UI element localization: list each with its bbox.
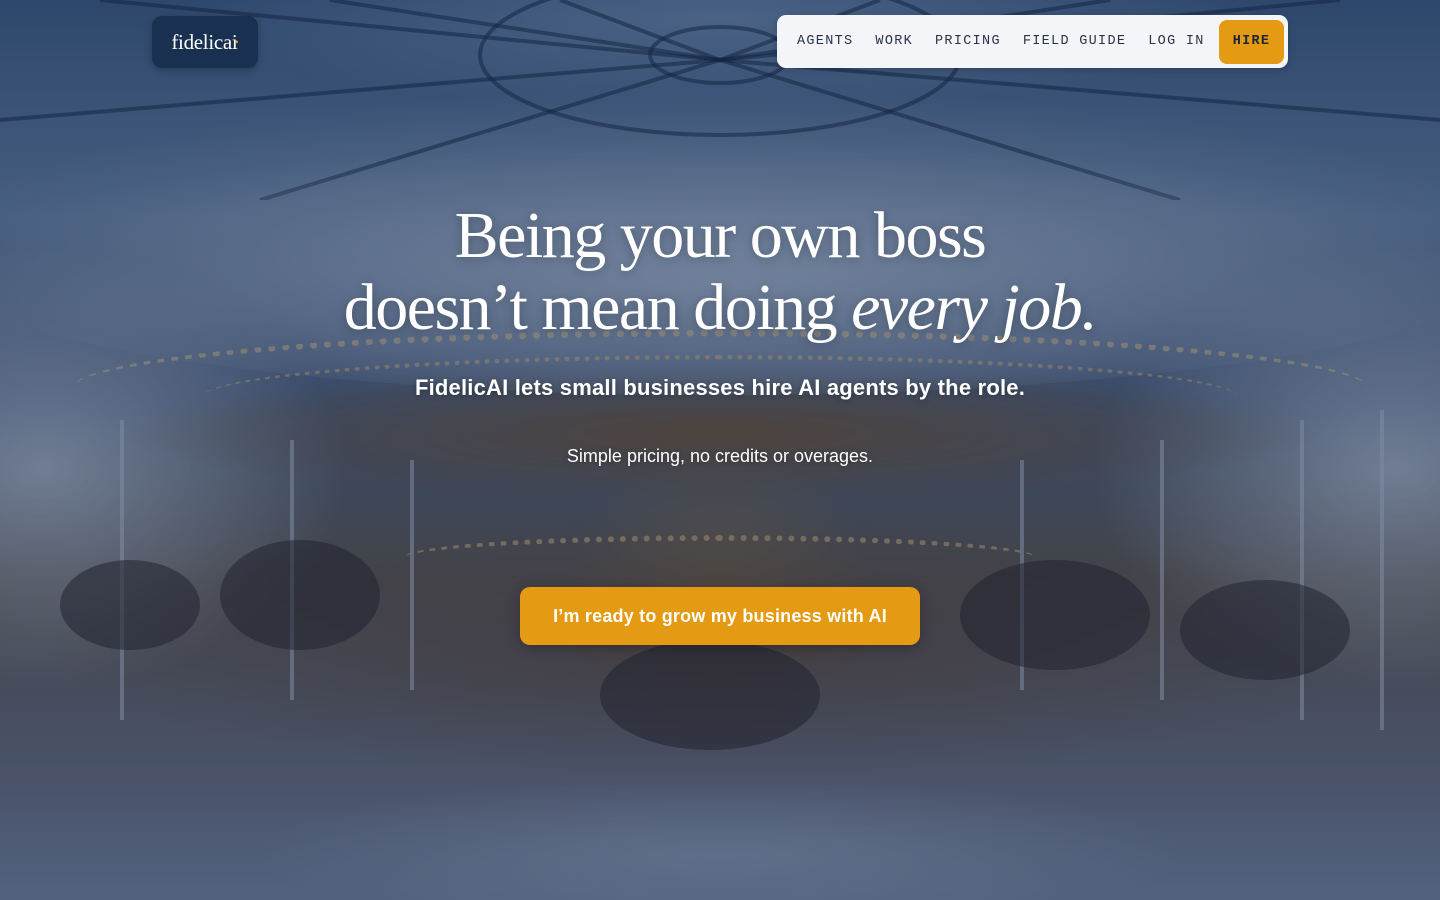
grow-business-cta-button[interactable]: I’m ready to grow my business with AI bbox=[520, 587, 920, 645]
logo-dot-icon: • bbox=[234, 34, 239, 49]
nav-link-log-in[interactable]: LOG IN bbox=[1148, 34, 1204, 49]
logo-wordmark: fidelic bbox=[171, 29, 223, 54]
fidelicai-logo[interactable]: fidelic ai • bbox=[152, 16, 258, 68]
hero-subheading: FidelicAI lets small businesses hire AI … bbox=[414, 375, 1026, 400]
nav-link-work[interactable]: WORK bbox=[875, 34, 913, 49]
headline-emphasis: every job. bbox=[851, 271, 1098, 344]
hero-headline: Being your own boss doesn’t mean doing e… bbox=[0, 200, 1440, 344]
hero-section: fidelic ai • AGENTS WORK PRICING FIELD GUI… bbox=[0, 0, 1440, 900]
top-nav: AGENTS WORK PRICING FIELD GUIDE LOG IN H… bbox=[777, 15, 1288, 68]
headline-line-1: Being your own boss bbox=[454, 199, 987, 272]
nav-link-field-guide[interactable]: FIELD GUIDE bbox=[1023, 34, 1126, 49]
nav-link-pricing[interactable]: PRICING bbox=[935, 34, 1001, 49]
hire-button[interactable]: HIRE bbox=[1219, 19, 1284, 64]
hero-tagline: Simple pricing, no credits or overages. bbox=[566, 446, 874, 466]
headline-line-2: doesn’t mean doing every job. bbox=[0, 272, 1440, 344]
headline-line-2-text: doesn’t mean doing bbox=[343, 271, 852, 344]
nav-link-agents[interactable]: AGENTS bbox=[797, 34, 853, 49]
